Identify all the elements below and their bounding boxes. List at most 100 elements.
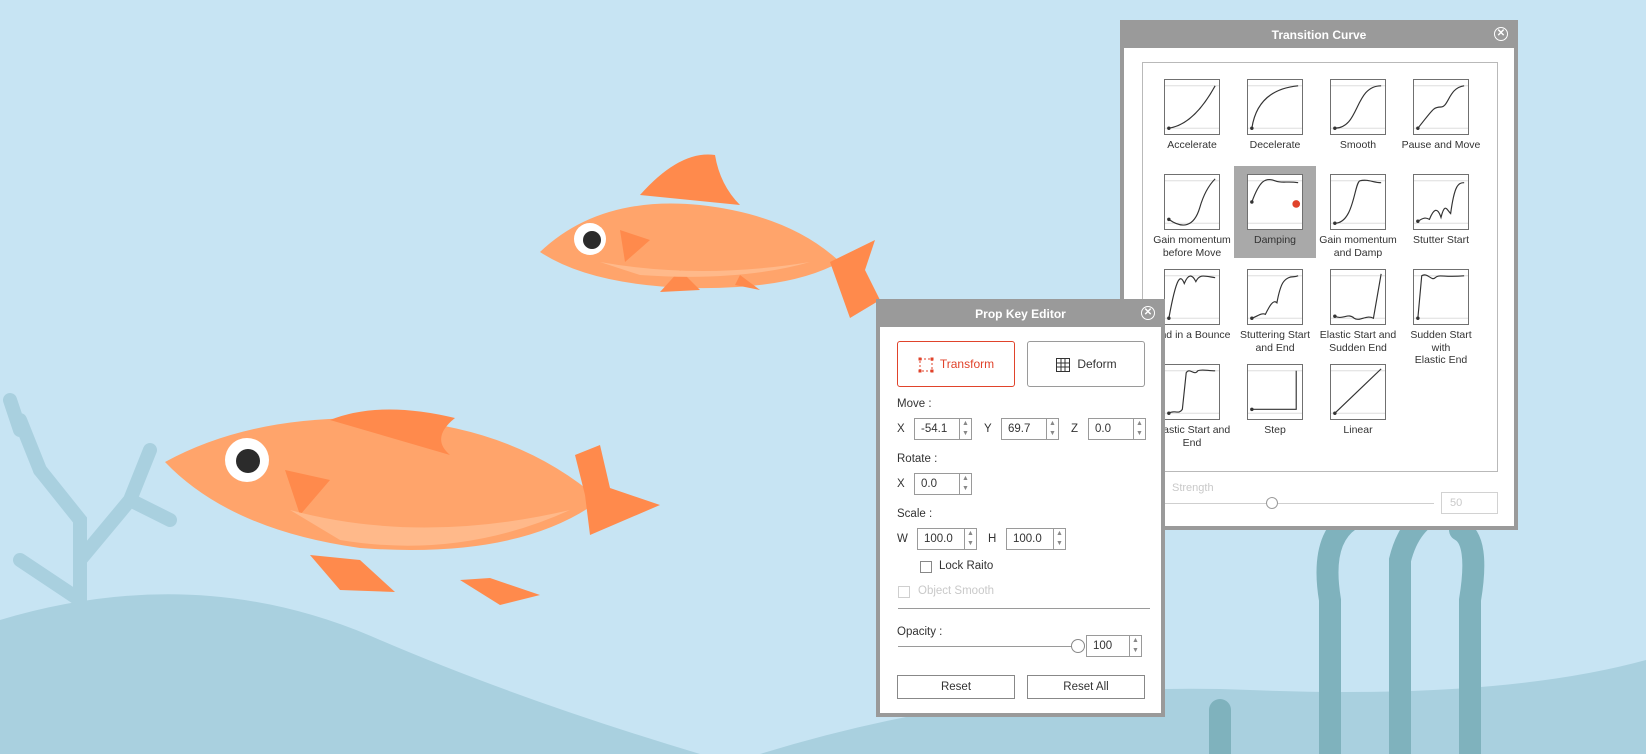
move-y-label: Y <box>984 423 992 435</box>
curve-preset-accelerate[interactable]: Accelerate <box>1151 71 1233 163</box>
spin-arrows-icon[interactable]: ▲ ▼ <box>1129 636 1141 656</box>
rotate-x-label: X <box>897 478 905 490</box>
curve-thumbnail <box>1330 364 1386 420</box>
lock-ratio-label: Lock Raito <box>939 560 994 572</box>
reset-all-label: Reset All <box>1063 681 1109 693</box>
elastic-start-end-curve-icon <box>1165 369 1219 415</box>
elastic-start-sudden-end-curve-icon <box>1331 273 1385 320</box>
curve-thumbnail <box>1413 79 1469 135</box>
strength-slider-knob[interactable] <box>1266 497 1278 509</box>
spin-arrows-icon[interactable]: ▲ ▼ <box>1053 529 1065 549</box>
damping-curve-icon <box>1248 178 1302 224</box>
curve-preset-label: Stutter Start <box>1412 234 1470 246</box>
curve-preset-gain-damp[interactable]: Gain momentum and Damp <box>1317 166 1399 259</box>
curve-preset-elastic-start-sudden-end[interactable]: Elastic Start and Sudden End <box>1317 261 1399 354</box>
curve-thumbnail <box>1247 174 1303 230</box>
curve-preset-label: Accelerate <box>1167 139 1217 151</box>
curve-preset-damping[interactable]: Damping <box>1234 166 1316 258</box>
decelerate-curve-icon <box>1248 85 1302 130</box>
curve-preset-label: Pause and Move <box>1401 139 1481 151</box>
spin-arrows-icon[interactable]: ▲ ▼ <box>1133 419 1145 439</box>
deform-label: Deform <box>1077 357 1117 371</box>
curve-thumbnail <box>1330 174 1386 230</box>
spin-arrows-icon[interactable]: ▲ ▼ <box>1046 419 1058 439</box>
curve-preset-label: Decelerate <box>1249 139 1301 151</box>
scale-label: Scale : <box>897 508 933 520</box>
scale-h-field[interactable]: 100.0 ▲ ▼ <box>1006 528 1066 550</box>
lock-ratio-checkbox[interactable] <box>920 561 932 573</box>
deform-grid-icon <box>1056 357 1071 372</box>
rotate-x-value: 0.0 <box>921 478 937 490</box>
end-bounce-curve-icon <box>1165 275 1219 320</box>
opacity-slider-knob[interactable] <box>1071 639 1085 653</box>
transition-curve-title: Transition Curve <box>1271 28 1367 42</box>
prop-key-editor-title: Prop Key Editor <box>975 307 1066 321</box>
move-x-label: X <box>897 423 905 435</box>
object-smooth-label: Object Smooth <box>918 585 995 597</box>
deform-mode-button[interactable]: Deform <box>1027 341 1145 387</box>
close-icon[interactable]: ✕ <box>1141 306 1155 320</box>
curve-thumbnail <box>1164 79 1220 135</box>
transition-curve-titlebar[interactable]: Transition Curve ✕ <box>1124 24 1514 48</box>
curve-thumbnail <box>1164 269 1220 325</box>
smooth-curve-icon <box>1331 85 1385 130</box>
strength-slider-track[interactable] <box>1164 503 1434 504</box>
move-x-value: -54.1 <box>921 423 948 435</box>
pause-move-curve-icon <box>1414 85 1468 130</box>
curve-thumbnail <box>1247 364 1303 420</box>
curve-preset-decelerate[interactable]: Decelerate <box>1234 71 1316 163</box>
scale-h-label: H <box>988 533 997 545</box>
accelerate-curve-icon <box>1165 85 1219 130</box>
spin-arrows-icon[interactable]: ▲ ▼ <box>959 474 971 494</box>
transform-mode-button[interactable]: Transform <box>897 341 1015 387</box>
opacity-field[interactable]: 100 ▲ ▼ <box>1086 635 1142 657</box>
curve-thumbnail <box>1164 364 1220 420</box>
close-icon[interactable]: ✕ <box>1494 27 1508 41</box>
curve-preset-label: Smooth <box>1339 139 1377 151</box>
gain-before-curve-icon <box>1165 178 1219 226</box>
scale-w-field[interactable]: 100.0 ▲ ▼ <box>917 528 977 550</box>
move-x-field[interactable]: -54.1 ▲ ▼ <box>914 418 972 440</box>
curve-thumbnail <box>1164 174 1220 230</box>
object-smooth-checkbox[interactable] <box>898 586 910 598</box>
rotate-x-field[interactable]: 0.0 ▲ ▼ <box>914 473 972 495</box>
move-z-value: 0.0 <box>1095 423 1111 435</box>
reset-button[interactable]: Reset <box>897 675 1015 699</box>
prop-key-editor-titlebar[interactable]: Prop Key Editor ✕ <box>880 303 1161 327</box>
opacity-value: 100 <box>1093 640 1113 652</box>
curve-preset-pause-move[interactable]: Pause and Move <box>1400 71 1482 163</box>
curve-preset-stutter-start-end[interactable]: Stuttering Start and End <box>1234 261 1316 354</box>
curve-preset-linear[interactable]: Linear <box>1317 356 1399 448</box>
curve-preset-label: Sudden Start with Elastic End <box>1410 329 1472 366</box>
stutter-start-curve-icon <box>1414 180 1468 224</box>
keyframe-marker-icon <box>1292 200 1301 208</box>
curve-preset-gain-before[interactable]: Gain momentum before Move <box>1151 166 1233 259</box>
curve-preset-label: Linear <box>1343 424 1373 436</box>
spin-arrows-icon[interactable]: ▲ ▼ <box>964 529 976 549</box>
prop-key-editor-dialog: Prop Key Editor ✕ Transform Deform Move … <box>876 299 1165 717</box>
curve-preset-label: Gain momentum and Damp <box>1319 234 1397 259</box>
curve-thumbnail <box>1247 79 1303 135</box>
sudden-start-elastic-end-curve-icon <box>1414 274 1468 320</box>
reset-label: Reset <box>940 681 972 693</box>
reset-all-button[interactable]: Reset All <box>1027 675 1145 699</box>
curve-preset-label: Stuttering Start and End <box>1239 329 1311 354</box>
strength-value: 50 <box>1450 497 1463 509</box>
move-y-field[interactable]: 69.7 ▲ ▼ <box>1001 418 1059 440</box>
curve-preset-label: Gain momentum before Move <box>1153 234 1231 259</box>
scale-w-value: 100.0 <box>924 533 953 545</box>
opacity-slider-track[interactable] <box>898 646 1078 647</box>
transform-icon <box>918 357 934 373</box>
scale-w-label: W <box>897 533 908 545</box>
curve-preset-label: Elastic Start and Sudden End <box>1319 329 1397 354</box>
spin-arrows-icon[interactable]: ▲ ▼ <box>959 419 971 439</box>
curve-preset-sudden-start-elastic-end[interactable]: Sudden Start with Elastic End <box>1400 261 1482 366</box>
curve-preset-smooth[interactable]: Smooth <box>1317 71 1399 163</box>
move-z-field[interactable]: 0.0 ▲ ▼ <box>1088 418 1146 440</box>
curve-preset-stutter-start[interactable]: Stutter Start <box>1400 166 1482 258</box>
curve-thumbnail <box>1413 269 1469 325</box>
strength-label: Strength <box>1172 482 1214 494</box>
move-label: Move : <box>897 398 932 410</box>
curve-preset-step[interactable]: Step <box>1234 356 1316 448</box>
strength-spinbox[interactable]: 50 <box>1441 492 1498 514</box>
